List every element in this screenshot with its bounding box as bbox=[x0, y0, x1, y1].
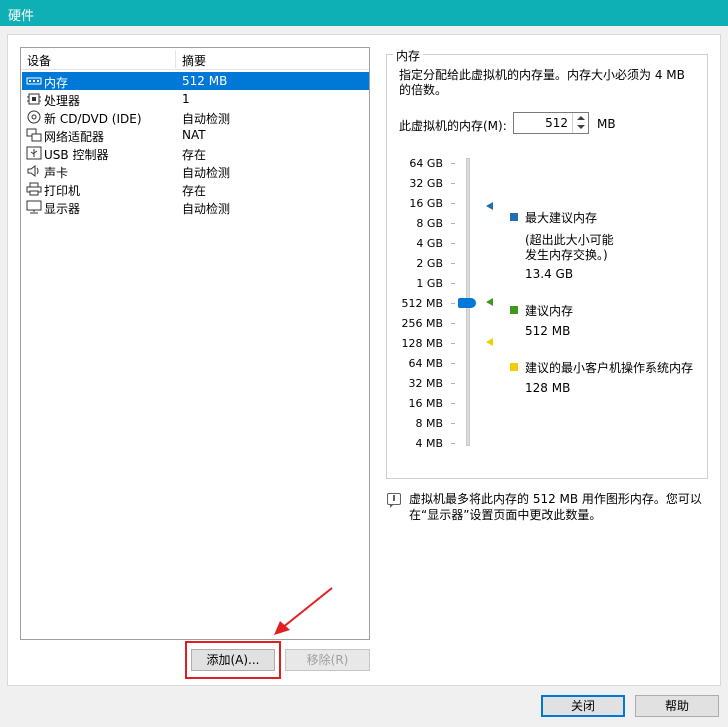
sound-icon bbox=[27, 165, 39, 177]
device-name: 处理器 bbox=[44, 94, 81, 108]
note-line: 在“显示器”设置页面中更改此数量。 bbox=[409, 508, 602, 522]
device-name: 显示器 bbox=[44, 202, 81, 216]
scale-tick: 256 MB bbox=[397, 317, 455, 331]
recommended-legend-square-icon bbox=[510, 306, 518, 314]
scale-tick: 64 GB bbox=[397, 157, 455, 171]
device-row-cd-dvd[interactable]: 新 CD/DVD (IDE) 自动检测 bbox=[22, 108, 369, 126]
max-legend-square-icon bbox=[510, 213, 518, 221]
recommended-marker-icon bbox=[486, 298, 493, 306]
device-row-memory[interactable]: 内存 512 MB bbox=[22, 72, 369, 90]
usb-icon bbox=[26, 146, 42, 160]
scale-tick: 4 MB bbox=[397, 437, 455, 451]
graphics-memory-note: 虚拟机最多将此内存的 512 MB 用作图形内存。您可以 在“显示器”设置页面中… bbox=[409, 491, 709, 523]
memory-group-label: 内存 bbox=[393, 47, 424, 64]
memory-unit: MB bbox=[597, 117, 616, 131]
header-summary[interactable]: 摘要 bbox=[182, 52, 206, 69]
printer-icon bbox=[26, 182, 42, 196]
info-icon bbox=[387, 493, 401, 508]
add-button[interactable]: 添加(A)... bbox=[191, 649, 275, 671]
scale-tick: 32 GB bbox=[397, 177, 455, 191]
device-name: 网络适配器 bbox=[44, 130, 105, 144]
min-guest-value: 128 MB bbox=[525, 381, 571, 395]
device-row-usb[interactable]: USB 控制器 存在 bbox=[22, 144, 369, 162]
remove-button[interactable]: 移除(R) bbox=[285, 649, 370, 671]
network-adapter-icon bbox=[26, 128, 42, 142]
memory-slider-thumb[interactable] bbox=[458, 298, 476, 308]
memory-value[interactable]: 512 bbox=[545, 116, 568, 130]
recommended-title: 建议内存 bbox=[525, 304, 574, 318]
spin-up-icon[interactable] bbox=[577, 116, 585, 120]
processor-icon bbox=[27, 93, 41, 105]
spin-down-icon[interactable] bbox=[577, 125, 585, 129]
close-button[interactable]: 关闭 bbox=[541, 695, 625, 717]
header-device[interactable]: 设备 bbox=[27, 52, 51, 69]
device-name: 新 CD/DVD (IDE) bbox=[44, 112, 142, 126]
max-recommended-note: 发生内存交换。) bbox=[525, 248, 608, 262]
max-recommended-note: (超出此大小可能 bbox=[525, 233, 614, 247]
memory-spinbox[interactable]: 512 bbox=[513, 112, 589, 134]
scale-tick: 8 GB bbox=[397, 217, 455, 231]
help-button[interactable]: 帮助 bbox=[635, 695, 719, 717]
max-recommended-title: 最大建议内存 bbox=[525, 211, 598, 225]
device-name: USB 控制器 bbox=[44, 148, 109, 162]
device-row-sound[interactable]: 声卡 自动检测 bbox=[22, 162, 369, 180]
device-list-header: 设备 摘要 bbox=[21, 48, 369, 70]
cd-dvd-icon bbox=[27, 110, 41, 124]
memory-field-label: 此虚拟机的内存(M): bbox=[399, 119, 507, 133]
min-guest-marker-icon bbox=[486, 338, 493, 346]
title-bar: 硬件 bbox=[0, 0, 728, 26]
annotation-arrow bbox=[274, 587, 333, 635]
device-summary: 自动检测 bbox=[182, 112, 231, 126]
device-row-display[interactable]: 显示器 自动检测 bbox=[22, 198, 369, 216]
device-summary: 存在 bbox=[182, 184, 207, 198]
scale-tick: 1 GB bbox=[397, 277, 455, 291]
memory-icon bbox=[26, 77, 42, 85]
min-guest-title: 建议的最小客户机操作系统内存 bbox=[525, 361, 694, 375]
scale-tick: 32 MB bbox=[397, 377, 455, 391]
device-summary: NAT bbox=[182, 128, 206, 142]
scale-tick: 16 MB bbox=[397, 397, 455, 411]
device-row-network[interactable]: 网络适配器 NAT bbox=[22, 126, 369, 144]
memory-description: 指定分配给此虚拟机的内存量。内存大小必须为 4 MB 的倍数。 bbox=[399, 68, 685, 97]
scale-tick: 64 MB bbox=[397, 357, 455, 371]
scale-tick: 512 MB bbox=[397, 297, 455, 311]
spin-arrows[interactable] bbox=[572, 113, 588, 133]
device-name: 打印机 bbox=[44, 184, 81, 198]
display-icon bbox=[26, 200, 42, 214]
device-summary: 1 bbox=[182, 92, 190, 106]
scale-tick: 4 GB bbox=[397, 237, 455, 251]
device-row-processor[interactable]: 处理器 1 bbox=[22, 90, 369, 108]
device-summary: 512 MB bbox=[182, 74, 228, 88]
device-name: 内存 bbox=[44, 76, 69, 90]
memory-slider-area: 64 GB 32 GB 16 GB 8 GB 4 GB 2 GB 1 GB 51… bbox=[397, 150, 707, 450]
max-recommended-marker-icon bbox=[486, 202, 493, 210]
device-summary: 存在 bbox=[182, 148, 207, 162]
recommended-value: 512 MB bbox=[525, 324, 571, 338]
scale-tick: 2 GB bbox=[397, 257, 455, 271]
device-summary: 自动检测 bbox=[182, 202, 231, 216]
device-row-printer[interactable]: 打印机 存在 bbox=[22, 180, 369, 198]
window-title: 硬件 bbox=[8, 9, 35, 24]
device-list[interactable]: 设备 摘要 内存 512 MB 处理器 1 新 CD/DVD (IDE) 自动检… bbox=[20, 47, 370, 640]
max-recommended-value: 13.4 GB bbox=[525, 267, 574, 281]
header-separator bbox=[175, 50, 176, 68]
scale-tick: 128 MB bbox=[397, 337, 455, 351]
scale-tick: 8 MB bbox=[397, 417, 455, 431]
min-guest-legend-square-icon bbox=[510, 363, 518, 371]
device-summary: 自动检测 bbox=[182, 166, 231, 180]
note-line: 虚拟机最多将此内存的 512 MB 用作图形内存。您可以 bbox=[409, 492, 702, 506]
device-name: 声卡 bbox=[44, 166, 69, 180]
scale-tick: 16 GB bbox=[397, 197, 455, 211]
